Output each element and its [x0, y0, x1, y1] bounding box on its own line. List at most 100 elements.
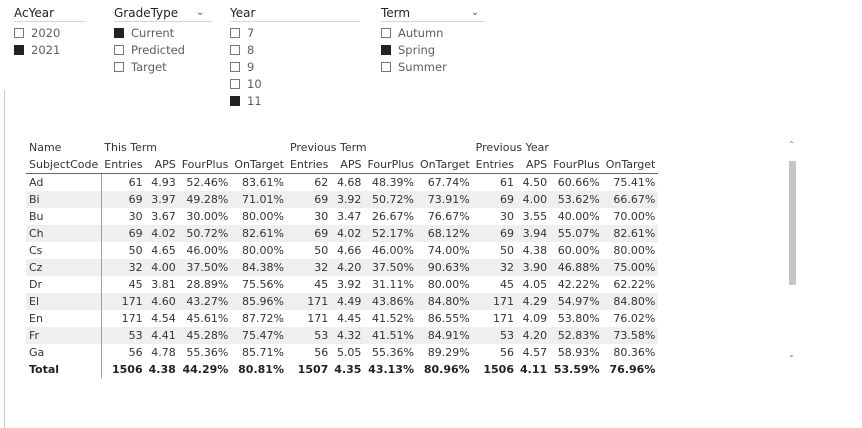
- value-cell: 171: [100, 293, 146, 310]
- checkbox[interactable]: [381, 27, 391, 38]
- value-cell: 90.63%: [417, 259, 473, 276]
- subject-code-cell: Cz: [26, 259, 102, 276]
- checkbox[interactable]: [381, 61, 391, 72]
- value-cell: 3.55: [522, 210, 548, 223]
- table-row[interactable]: Dr 45 3.81 28.89% 75.56% 45 3.92 31.11% 80.00% 45…: [26, 276, 658, 293]
- total-value-cell: 44.29%: [182, 363, 229, 376]
- table-row[interactable]: Fr 53 4.41 45.28% 75.47% 53 4.32 41.51% 84.91% 53…: [26, 327, 659, 344]
- total-value-cell: 4.38: [148, 363, 176, 376]
- value-cell: 5.05: [336, 346, 362, 359]
- chevron-down-icon[interactable]: ⌄: [471, 7, 479, 18]
- checkbox[interactable]: [381, 44, 391, 55]
- total-value-cell: 80.96%: [423, 363, 470, 376]
- measure-header[interactable]: OnTarget: [602, 156, 659, 174]
- value-cell: 71.01%: [231, 191, 287, 208]
- slicer-option[interactable]: 8: [230, 41, 360, 58]
- slicer-underline: [114, 21, 212, 22]
- subject-code-cell: El: [26, 293, 102, 310]
- vertical-scrollbar[interactable]: ⌃ ⌄: [787, 140, 799, 362]
- measure-header[interactable]: OnTarget: [231, 156, 287, 174]
- total-row: Total 1506 4.38 44.29% 80.81% 1507 4.35 43.13% 8…: [26, 361, 658, 378]
- row-header-name[interactable]: Name: [26, 139, 101, 156]
- checkbox[interactable]: [230, 44, 240, 55]
- chevron-down-icon[interactable]: ⌄: [196, 7, 204, 18]
- measure-header[interactable]: FourPlus: [364, 156, 417, 174]
- checkbox[interactable]: [230, 61, 240, 72]
- measure-header[interactable]: APS: [331, 156, 365, 174]
- slicer-option[interactable]: 2021: [14, 41, 84, 58]
- column-group-header[interactable]: Previous Year: [473, 139, 659, 156]
- slicer-underline: [381, 21, 485, 22]
- subject-code-cell: Cs: [29, 244, 43, 257]
- slicer-option[interactable]: 10: [230, 75, 360, 92]
- slicer-option-label: Summer: [398, 59, 447, 74]
- value-cell: 56: [499, 346, 514, 359]
- slicer-option[interactable]: Current: [114, 24, 212, 41]
- value-cell: 3.97: [145, 191, 179, 208]
- scroll-up-icon[interactable]: ⌃: [788, 140, 795, 150]
- value-cell: 46.00%: [186, 244, 229, 257]
- value-cell: 55.36%: [372, 346, 414, 359]
- value-cell: 46.00%: [372, 244, 414, 257]
- table-row[interactable]: En 171 4.54 45.61% 87.72% 171 4.45 41.52% 86.55%…: [26, 310, 658, 327]
- value-cell: 69: [286, 191, 332, 208]
- slicer-option[interactable]: Target: [114, 58, 212, 75]
- checkbox[interactable]: [230, 27, 240, 38]
- value-cell: 3.92: [331, 191, 365, 208]
- scroll-down-icon[interactable]: ⌄: [788, 350, 795, 360]
- column-group-header[interactable]: Previous Term: [287, 139, 473, 156]
- value-cell: 4.41: [145, 327, 179, 344]
- slicer-option[interactable]: Summer: [381, 58, 485, 75]
- table-row[interactable]: Bi 69 3.97 49.28% 71.01% 69 3.92 50.72% 73.91% 69…: [26, 191, 659, 208]
- table-row[interactable]: Bu 30 3.67 30.00% 80.00% 30 3.47 26.67% 76.67% 30…: [26, 208, 658, 225]
- table-row[interactable]: El 171 4.60 43.27% 85.96% 171 4.49 43.86% 84.80%…: [26, 293, 659, 310]
- checkbox[interactable]: [14, 27, 24, 38]
- value-cell: 45: [100, 276, 146, 293]
- table-row[interactable]: Cs 50 4.65 46.00% 80.00% 50 4.66 46.00% 74.00% 50…: [26, 242, 658, 259]
- measure-header[interactable]: FourPlus: [178, 156, 232, 174]
- measure-header[interactable]: Entries: [472, 156, 517, 174]
- checkbox[interactable]: [114, 44, 124, 55]
- subject-code-cell: Dr: [29, 278, 42, 291]
- table-row[interactable]: Ga 56 4.78 55.36% 85.71% 56 5.05 55.36% 89.29% 56…: [26, 344, 658, 361]
- value-cell: 82.61%: [602, 225, 659, 242]
- slicer-option[interactable]: 7: [230, 24, 360, 41]
- measure-header[interactable]: OnTarget: [417, 156, 473, 174]
- checkbox[interactable]: [230, 78, 240, 89]
- measure-header[interactable]: APS: [145, 156, 179, 174]
- value-cell: 68.12%: [417, 225, 473, 242]
- value-cell: 4.60: [145, 293, 179, 310]
- value-cell: 4.54: [151, 312, 176, 325]
- value-cell: 61: [499, 176, 514, 189]
- slicer-option[interactable]: 11: [230, 92, 360, 109]
- slicer-option-label: Target: [131, 59, 167, 74]
- table-row[interactable]: Cz 32 4.00 37.50% 84.38% 32 4.20 37.50% 90.63% 32…: [26, 259, 659, 276]
- value-cell: 52.46%: [186, 176, 229, 189]
- slicer-option[interactable]: Spring: [381, 41, 485, 58]
- slicer-option[interactable]: Autumn: [381, 24, 485, 41]
- value-cell: 80.00%: [242, 244, 284, 257]
- value-cell: 62.22%: [613, 278, 656, 291]
- table-row[interactable]: Ch 69 4.02 50.72% 82.61% 69 4.02 52.17% 68.12% 69…: [26, 225, 659, 242]
- value-cell: 32: [100, 259, 146, 276]
- row-header-subjectcode[interactable]: SubjectCode: [26, 156, 102, 174]
- value-cell: 75.41%: [613, 176, 656, 189]
- measure-header[interactable]: Entries: [101, 156, 146, 174]
- checkbox[interactable]: [114, 27, 124, 38]
- slicer-title-acyear: AcYear: [14, 6, 55, 20]
- column-group-header[interactable]: This Term: [101, 139, 287, 156]
- scrollbar-thumb[interactable]: [789, 161, 796, 285]
- slicer-option[interactable]: Predicted: [114, 41, 212, 58]
- value-cell: 4.09: [522, 312, 548, 325]
- value-cell: 171: [307, 312, 329, 325]
- slicer-option[interactable]: 2020: [14, 24, 84, 41]
- measure-header[interactable]: APS: [516, 156, 551, 174]
- checkbox[interactable]: [230, 95, 240, 106]
- value-cell: 53: [286, 327, 332, 344]
- measure-header[interactable]: FourPlus: [550, 156, 603, 174]
- slicer-option[interactable]: 9: [230, 58, 360, 75]
- table-row[interactable]: Ad 61 4.93 52.46% 83.61% 62 4.68 48.39% 67.74% 61…: [26, 173, 658, 191]
- checkbox[interactable]: [14, 44, 24, 55]
- checkbox[interactable]: [114, 61, 124, 72]
- measure-header[interactable]: Entries: [286, 156, 332, 174]
